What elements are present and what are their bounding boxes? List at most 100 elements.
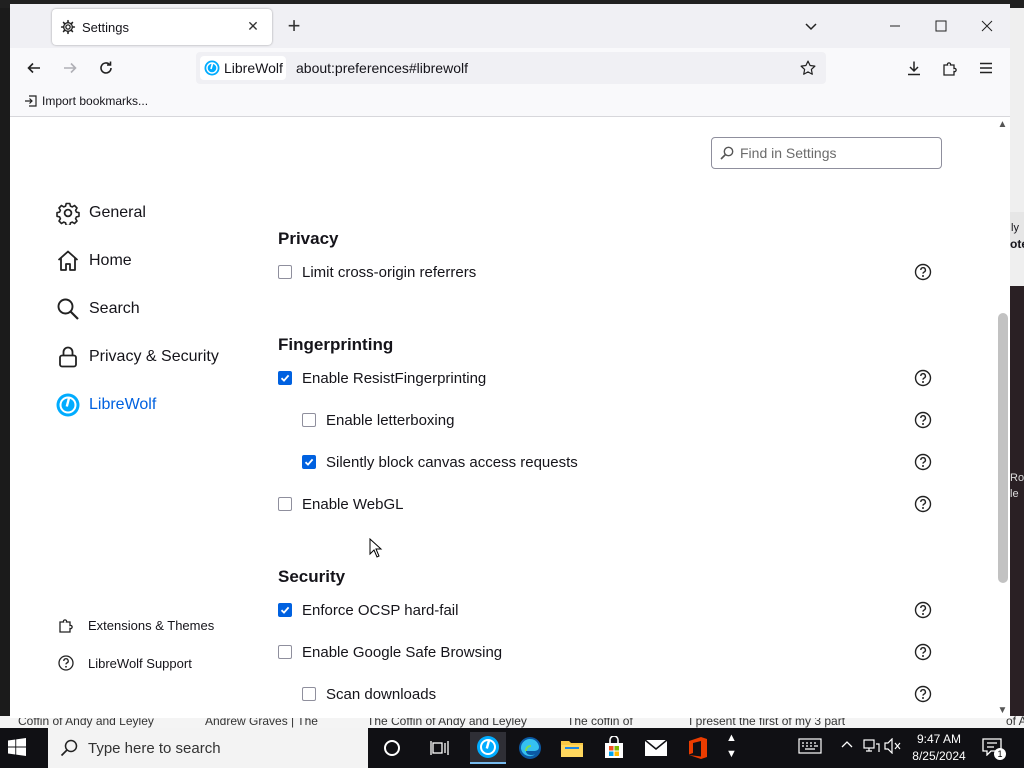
browser-window: Settings ✕ + LibreWolf about:preferences… [10,4,1010,718]
find-in-settings-input[interactable]: Find in Settings [711,137,942,169]
chevron-down-icon [805,23,817,31]
help-icon[interactable] [914,411,932,429]
option-label: Silently block canvas access requests [326,453,578,471]
footer-link-label: LibreWolf Support [88,655,192,671]
extensions-themes-link[interactable]: Extensions & Themes [58,615,214,635]
checkbox-checked[interactable] [278,603,292,617]
notification-center-button[interactable]: 1 [982,738,1006,760]
option-enable-resistfingerprinting[interactable]: Enable ResistFingerprinting [278,367,486,389]
new-tab-button[interactable]: + [282,14,306,38]
extensions-button[interactable] [936,56,964,80]
volume-muted-icon[interactable] [884,737,902,757]
taskbar-search-box[interactable]: Type here to search [48,728,368,768]
list-all-tabs-button[interactable] [788,10,834,42]
start-button[interactable] [8,738,26,761]
downloads-button[interactable] [900,56,928,80]
librewolf-support-link[interactable]: LibreWolf Support [58,653,192,673]
checkbox-unchecked[interactable] [278,645,292,659]
page-scrollbar[interactable]: ▲ ▼ [995,117,1010,718]
import-bookmarks-button[interactable]: Import bookmarks... [24,94,148,108]
bookmark-star-button[interactable] [796,56,820,80]
search-icon [60,739,78,762]
cortana-icon[interactable] [374,732,410,764]
help-icon[interactable] [914,453,932,471]
help-icon[interactable] [914,369,932,387]
librewolf-icon [56,393,80,417]
mouse-cursor-icon [369,538,383,558]
close-tab-button[interactable]: ✕ [242,15,264,37]
scrollbar-thumb[interactable] [998,313,1008,583]
category-general[interactable]: General [56,199,146,227]
show-hidden-icons-button[interactable] [840,738,854,755]
category-search[interactable]: Search [56,295,140,323]
checkbox-unchecked[interactable] [302,687,316,701]
close-icon [981,20,993,32]
option-enable-letterboxing[interactable]: Enable letterboxing [302,409,454,431]
site-identity-button[interactable]: LibreWolf [200,56,286,80]
search-icon [720,146,734,165]
scroll-down-icon[interactable]: ▼ [995,705,1010,716]
star-icon [800,60,816,75]
taskbar: Type here to search ▲ ▼ 9:47 AM 8/25/2024 [0,728,1024,768]
file-explorer-icon[interactable] [554,732,590,764]
category-label: Search [89,300,140,317]
reload-button[interactable] [92,56,120,80]
back-button[interactable] [20,56,48,80]
taskbar-scroll-control[interactable]: ▲ ▼ [726,730,737,762]
option-label: Enable ResistFingerprinting [302,369,487,387]
gear-icon [56,201,80,225]
search-icon [56,297,80,321]
help-icon[interactable] [914,495,932,513]
option-enforce-ocsp-hard-fail[interactable]: Enforce OCSP hard-fail [278,599,458,621]
scroll-up-icon[interactable]: ▲ [995,119,1010,130]
category-privacy-security[interactable]: Privacy & Security [56,343,219,371]
category-label: Privacy & Security [89,348,219,365]
app-menu-button[interactable] [972,56,1000,80]
checkbox-unchecked[interactable] [302,413,316,427]
section-heading-privacy: Privacy [278,229,339,248]
system-clock[interactable]: 9:47 AM 8/25/2024 [904,731,974,765]
help-icon[interactable] [914,263,932,281]
forward-arrow-icon [64,62,77,74]
find-in-settings-placeholder: Find in Settings [740,145,837,161]
maximize-button[interactable] [918,10,964,42]
option-silently-block-canvas[interactable]: Silently block canvas access requests [302,451,578,473]
checkbox-checked[interactable] [302,455,316,469]
chevron-up-icon [841,741,853,748]
option-enable-google-safe-browsing[interactable]: Enable Google Safe Browsing [278,641,502,663]
help-icon[interactable] [914,685,932,703]
category-label: Home [89,252,132,269]
option-scan-downloads[interactable]: Scan downloads [302,683,436,705]
mail-icon[interactable] [638,732,674,764]
librewolf-icon[interactable] [470,732,506,764]
category-home[interactable]: Home [56,247,132,275]
keyboard-icon[interactable] [798,738,822,757]
hamburger-menu-icon [980,62,992,74]
background-window-right: ly ote Rot le [1010,8,1024,718]
checkbox-unchecked[interactable] [278,497,292,511]
help-icon[interactable] [914,601,932,619]
store-icon[interactable] [596,732,632,764]
puzzle-icon [58,617,74,633]
help-icon[interactable] [914,643,932,661]
clock-time: 9:47 AM [916,732,962,746]
category-label: General [89,204,146,221]
tab-settings[interactable]: Settings ✕ [52,9,272,45]
checkbox-checked[interactable] [278,371,292,385]
task-view-icon[interactable] [422,732,458,764]
checkbox-unchecked[interactable] [278,265,292,279]
option-enable-webgl[interactable]: Enable WebGL [278,493,403,515]
network-icon[interactable] [862,738,880,757]
close-window-button[interactable] [964,10,1010,42]
notification-badge: 1 [994,748,1006,760]
minimize-button[interactable] [872,10,918,42]
url-bar[interactable]: LibreWolf about:preferences#librewolf [196,52,826,84]
option-limit-cross-origin-referrers[interactable]: Limit cross-origin referrers [278,261,476,283]
settings-page: Find in Settings General Home Search Pri… [10,117,995,718]
forward-button[interactable] [56,56,84,80]
category-librewolf[interactable]: LibreWolf [56,391,156,419]
edge-icon[interactable] [512,732,548,764]
category-label: LibreWolf [89,396,157,413]
checkmark-icon [280,606,290,614]
office-icon[interactable] [680,732,716,764]
